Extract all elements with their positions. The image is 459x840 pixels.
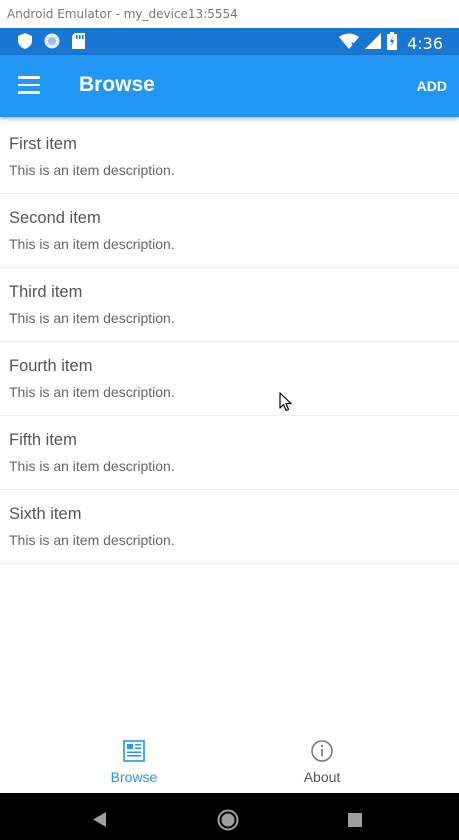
list-item[interactable]: Fourth item This is an item description. — [0, 342, 459, 416]
list-item[interactable]: Third item This is an item description. — [0, 268, 459, 342]
page-title: Browse — [79, 73, 155, 96]
system-navigation-bar — [0, 793, 459, 840]
item-description: This is an item description. — [9, 532, 175, 548]
status-bar: 4:36 — [0, 28, 459, 55]
list-item[interactable]: Fifth item This is an item description. — [0, 416, 459, 490]
item-description: This is an item description. — [9, 458, 175, 474]
item-title: Fourth item — [9, 357, 93, 375]
window-title: Android Emulator - my_device13:5554 — [0, 0, 459, 28]
back-icon[interactable] — [93, 812, 107, 832]
app-bar: Browse ADD — [0, 55, 459, 117]
info-icon — [207, 740, 437, 767]
item-title: Second item — [9, 209, 101, 227]
battery-icon — [387, 32, 398, 55]
sync-icon — [44, 33, 60, 54]
item-description: This is an item description. — [9, 162, 175, 178]
list-item[interactable]: First item This is an item description. — [0, 120, 459, 194]
item-title: Fifth item — [9, 431, 77, 449]
sd-card-icon — [72, 33, 85, 54]
add-button[interactable]: ADD — [417, 78, 447, 94]
status-time: 4:36 — [407, 33, 443, 53]
item-description: This is an item description. — [9, 310, 175, 326]
wifi-icon — [339, 33, 360, 54]
hamburger-menu-icon[interactable] — [18, 76, 40, 94]
item-description: This is an item description. — [9, 384, 175, 400]
bottom-tab-bar: Browse About — [0, 735, 459, 793]
list-item[interactable]: Sixth item This is an item description. — [0, 490, 459, 564]
items-list: First item This is an item description. … — [0, 120, 459, 564]
item-title: Sixth item — [9, 505, 82, 523]
item-title: Third item — [9, 283, 83, 301]
mouse-pointer-icon — [279, 392, 292, 417]
shield-icon — [18, 33, 32, 54]
home-icon[interactable] — [217, 809, 239, 836]
item-description: This is an item description. — [9, 236, 175, 252]
tab-about[interactable]: About — [207, 735, 437, 793]
signal-icon — [365, 33, 382, 54]
list-item[interactable]: Second item This is an item description. — [0, 194, 459, 268]
recents-icon[interactable] — [348, 813, 362, 832]
item-title: First item — [9, 135, 77, 153]
tab-about-label: About — [303, 769, 341, 785]
